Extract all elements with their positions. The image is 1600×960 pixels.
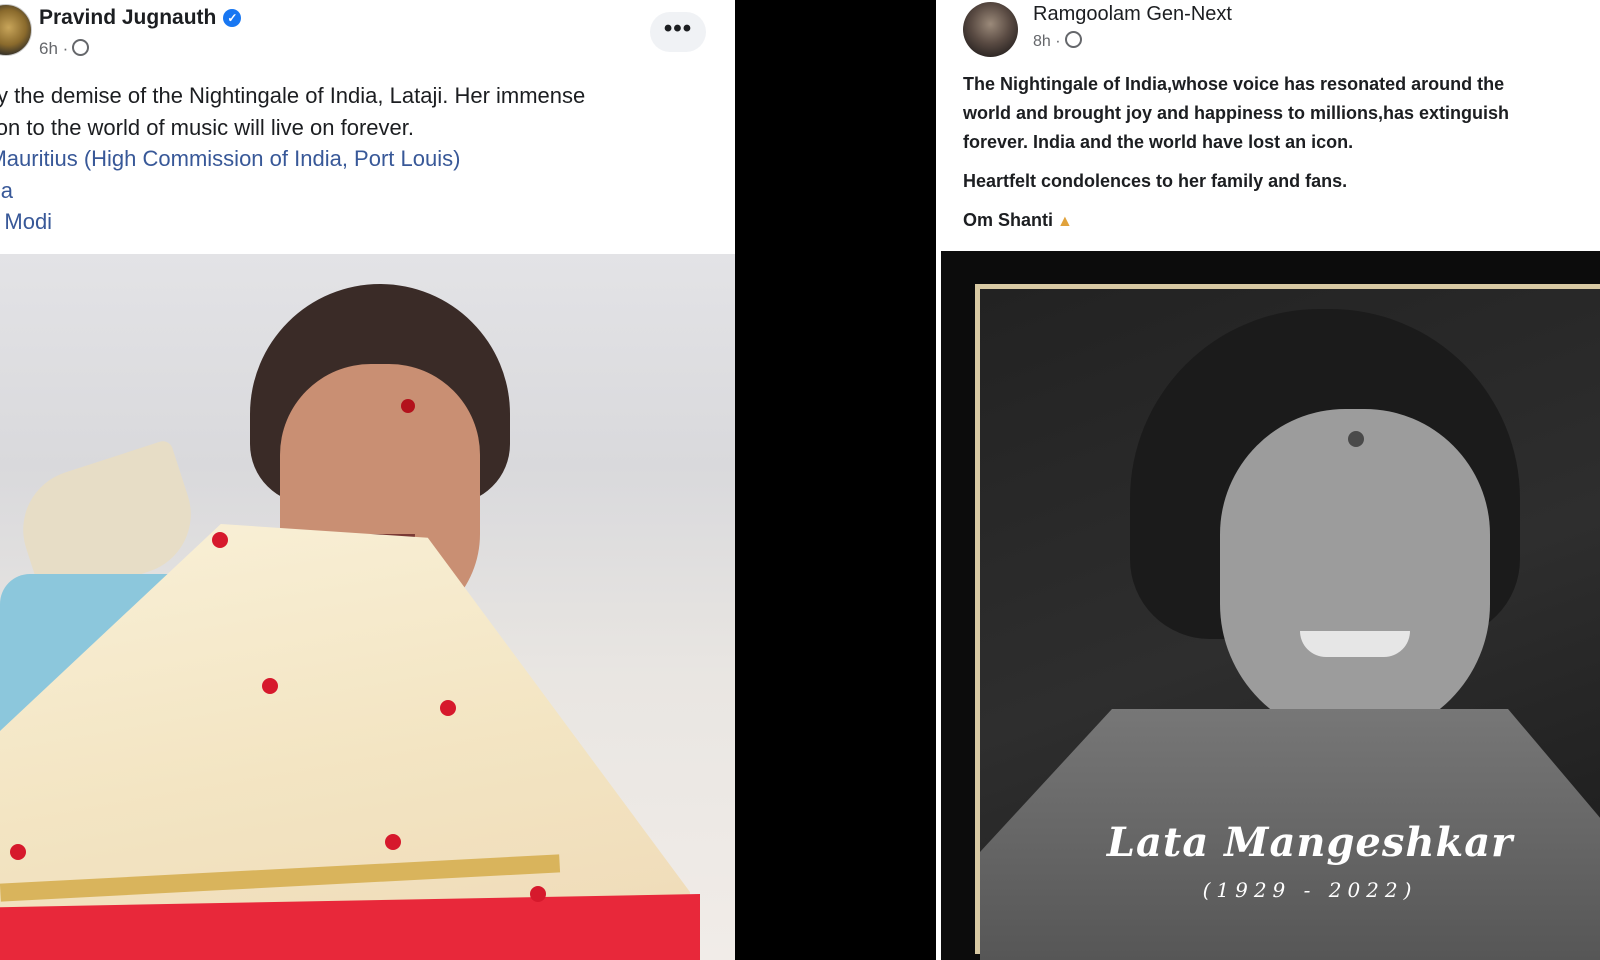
shawl-dot (212, 532, 228, 548)
shawl-dot (440, 700, 456, 716)
tag-link[interactable]: ia in Mauritius (High Commission of Indi… (0, 143, 722, 175)
portrait-face (1220, 409, 1490, 739)
post-time[interactable]: 6h · (39, 39, 68, 58)
author-name-row: Pravind Jugnauth ✓ (39, 6, 242, 30)
tag-link[interactable]: O India (0, 175, 722, 207)
praying-hands-icon: ▲ (1057, 213, 1073, 230)
tribute-caption: Lata Mangeshkar (1929 - 2022) (980, 819, 1600, 902)
globe-icon (1064, 31, 1082, 48)
post-text-line: The Nightingale of India,whose voice has… (963, 74, 1505, 94)
tribute-years: (1929 - 2022) (1202, 878, 1418, 902)
post-text-line: forever. India and the world have lost a… (963, 132, 1354, 152)
shawl-dot (530, 886, 546, 902)
post-text: ned by the demise of the Nightingale of … (0, 80, 722, 238)
post-photo[interactable] (0, 254, 735, 960)
post-text-line: world and brought joy and happiness to m… (963, 103, 1510, 123)
post-text: The Nightingale of India,whose voice has… (963, 70, 1600, 236)
om-shanti-line: Om Shanti ▲ (963, 206, 1600, 236)
post-time[interactable]: 8h · (1033, 33, 1061, 50)
left-post: Pravind Jugnauth ✓ 6h · ••• ned by the de… (0, 0, 735, 960)
globe-icon (72, 39, 90, 56)
right-post: Ramgoolam Gen-Next 8h · The Nightingale … (936, 0, 1600, 960)
condolences-text: Heartfelt condolences to her family and … (963, 171, 1348, 191)
more-options-button[interactable]: ••• (650, 12, 706, 52)
author-avatar[interactable] (963, 2, 1018, 57)
post-text-line: tribution to the world of music will liv… (0, 114, 414, 140)
shawl-dot (262, 678, 278, 694)
tag-link[interactable]: endra Modi (0, 206, 722, 238)
post-meta: 6h · (39, 39, 90, 59)
om-shanti-text: Om Shanti (963, 210, 1054, 230)
author-avatar[interactable] (0, 4, 32, 56)
post-photo[interactable]: Lata Mangeshkar (1929 - 2022) (941, 251, 1600, 960)
portrait-smile (1300, 631, 1410, 657)
tribute-name: Lata Mangeshkar (1106, 819, 1514, 866)
shawl-dot (10, 844, 26, 860)
author-name[interactable]: Pravind Jugnauth (39, 6, 216, 29)
author-name[interactable]: Ramgoolam Gen-Next (1033, 3, 1232, 26)
verified-badge-icon: ✓ (223, 9, 242, 27)
bindi (401, 399, 415, 413)
post-meta: 8h · (1033, 31, 1082, 51)
post-text-line: ned by the demise of the Nightingale of … (0, 83, 586, 108)
shawl-dot (385, 834, 401, 850)
bindi (1348, 431, 1364, 447)
tribute-frame: Lata Mangeshkar (1929 - 2022) (975, 284, 1600, 960)
